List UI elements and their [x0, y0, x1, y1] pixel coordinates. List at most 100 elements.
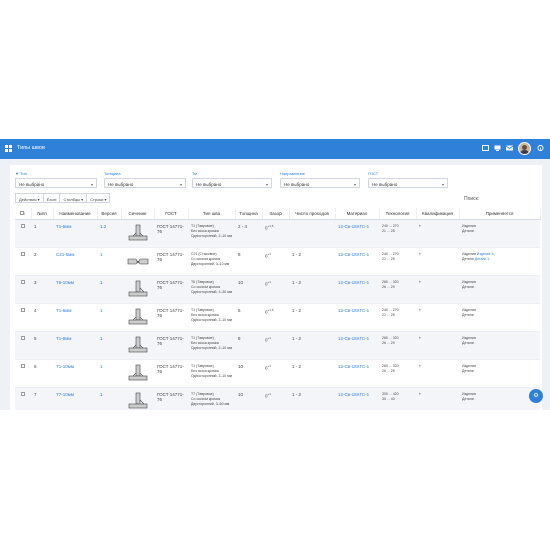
- col-section[interactable]: Сечение: [121, 208, 155, 220]
- row-technology: 240 ... 270 21 ... 25: [379, 219, 416, 248]
- columns-button[interactable]: Столбцы ▾: [59, 193, 88, 203]
- toolbar: Действия ▾ Excel Столбцы ▾ Строки ▾: [15, 193, 111, 203]
- excel-button[interactable]: Excel: [42, 193, 61, 203]
- row-number: 6: [31, 359, 53, 388]
- chevron-down-icon: ▾: [179, 182, 182, 187]
- table-row[interactable]: 2 С21-5мм 1 ГОСТ 14771-76 С21 (Стыковое) Со с…: [15, 247, 540, 276]
- row-weld-type: Т1 (Тавровое) Без скоса кромок Односторонн…: [188, 331, 235, 360]
- col-gap[interactable]: Зазор: [262, 208, 290, 220]
- row-material-link[interactable]: 12-Св-18ХГС-1: [335, 359, 379, 388]
- row-checkbox[interactable]: [15, 219, 31, 248]
- row-name-link[interactable]: Т1-8мм: [53, 331, 97, 360]
- window-icon[interactable]: [482, 145, 489, 151]
- row-gap: 0+1: [262, 331, 289, 360]
- row-name-link[interactable]: Т6-10мм: [53, 275, 97, 304]
- row-checkbox[interactable]: [15, 387, 31, 410]
- row-qualification: *: [416, 303, 459, 332]
- gear-icon[interactable]: ⚙: [529, 389, 543, 403]
- row-checkbox[interactable]: [15, 359, 31, 388]
- filter-gost-select[interactable]: Не выбрано ▾: [368, 178, 448, 188]
- row-name-link[interactable]: Т7-10мм: [53, 387, 97, 410]
- col-thickness[interactable]: Толщина: [235, 208, 263, 220]
- row-gost: ГОСТ 14771-76: [154, 331, 188, 360]
- row-gap: 0+1,5: [262, 303, 289, 332]
- row-name-link[interactable]: С21-5мм: [53, 247, 97, 276]
- filter-direction-select[interactable]: Не выбрано ▾: [280, 178, 360, 188]
- col-version[interactable]: Версия: [97, 208, 122, 220]
- col-technology[interactable]: Технология: [379, 208, 417, 220]
- row-weld-type: Т1 (Тавровое) Без скоса кромок Односторонн…: [188, 219, 235, 248]
- row-checkbox[interactable]: [15, 247, 31, 276]
- chevron-down-icon: ▾: [441, 182, 444, 187]
- row-material-link[interactable]: 12-Св-18ХГС-1: [335, 219, 379, 248]
- filter-thickness-select[interactable]: Не выбрано ▾: [104, 178, 186, 188]
- row-material-link[interactable]: 12-Св-18ХГС-1: [335, 303, 379, 332]
- row-checkbox[interactable]: [15, 275, 31, 304]
- row-weld-type: Т6 (Тавровое) Со скосом кромок Односторонн…: [188, 275, 235, 304]
- table-row[interactable]: 3 Т6-10мм 1 ГОСТ 14771-76 Т6 (Тавровое) Со ск…: [15, 275, 540, 304]
- row-qualification: *: [416, 247, 459, 276]
- row-qualification: *: [416, 331, 459, 360]
- filter-gost-label: ГОСТ: [368, 171, 379, 176]
- row-version-link[interactable]: 1: [97, 303, 121, 332]
- row-checkbox[interactable]: [15, 331, 31, 360]
- row-technology: 240 ... 270 21 ... 25: [379, 303, 416, 332]
- col-qualification[interactable]: Квалификация: [416, 208, 460, 220]
- table-row[interactable]: 5 Т1-8мм 1 ГОСТ 14771-76 Т1 (Тавровое) Без ск…: [15, 331, 540, 360]
- table-row[interactable]: 6 Т1-10мм 1 ГОСТ 14771-76 Т1 (Тавровое) Без с…: [15, 359, 540, 388]
- row-usage: Изделия Детали: [459, 303, 540, 332]
- row-usage: Изделия Детали: [459, 387, 540, 410]
- row-weld-type: Т1 (Тавровое) Без скоса кромок Односторонн…: [188, 359, 235, 388]
- top-bar: Типы швов: [0, 139, 550, 159]
- row-gost: ГОСТ 14771-76: [154, 359, 188, 388]
- col-material[interactable]: Материал: [335, 208, 380, 220]
- col-usage[interactable]: Применяется: [459, 208, 541, 220]
- chevron-down-icon: ▾: [265, 182, 268, 187]
- monitor-icon[interactable]: [494, 145, 501, 151]
- actions-button[interactable]: Действия ▾: [15, 193, 44, 203]
- chevron-down-icon: ▾: [353, 182, 356, 187]
- row-technology: 300 ... 420 30 ... 43: [379, 387, 416, 410]
- row-name-link[interactable]: Т1-5мм: [53, 219, 97, 248]
- rows-button[interactable]: Строки ▾: [86, 193, 111, 203]
- row-material-link[interactable]: 12-Св-18ХГС-1: [335, 387, 379, 410]
- row-version-link[interactable]: 1: [97, 275, 121, 304]
- row-usage: Изделия Детали: [459, 275, 540, 304]
- table-row[interactable]: 7 Т7-10мм 1 ГОСТ 14771-76 Т7 (Тавровое) Со ск…: [15, 387, 540, 410]
- row-version-link[interactable]: 1: [97, 359, 121, 388]
- row-version-link[interactable]: 1.2: [97, 219, 121, 248]
- row-thickness: 8: [235, 331, 262, 360]
- col-weld-type[interactable]: Тип шва: [188, 208, 236, 220]
- row-material-link[interactable]: 12-Св-18ХГС-1: [335, 275, 379, 304]
- row-checkbox[interactable]: [15, 303, 31, 332]
- user-avatar[interactable]: [518, 142, 531, 155]
- filter-tm-select[interactable]: Не выбрано ▾: [192, 178, 272, 188]
- row-version-link[interactable]: 1: [97, 331, 121, 360]
- row-number: 2: [31, 247, 53, 276]
- row-version-link[interactable]: 1: [97, 247, 121, 276]
- help-icon[interactable]: [537, 145, 544, 151]
- table-row[interactable]: 1 Т1-5мм 1.2 ГОСТ 14771-76 Т1 (Тавровое) Без …: [15, 219, 540, 248]
- menu-grid-icon[interactable]: [5, 145, 12, 152]
- weld-types-table: ↑ №пп Наименование Версия Сечение ГОСТ Т…: [15, 208, 541, 410]
- row-material-link[interactable]: 12-Св-18ХГС-1: [335, 331, 379, 360]
- row-name-link[interactable]: Т1-6мм: [53, 303, 97, 332]
- row-name-link[interactable]: Т1-10мм: [53, 359, 97, 388]
- col-name[interactable]: Наименование: [53, 208, 98, 220]
- row-version-link[interactable]: 1: [97, 387, 121, 410]
- mail-icon[interactable]: [506, 145, 513, 151]
- filter-type-select[interactable]: Не выбрано ▾: [15, 178, 97, 188]
- table-header-row: ↑ №пп Наименование Версия Сечение ГОСТ Т…: [15, 208, 541, 220]
- row-material-link[interactable]: 12-Св-18ХГС-1: [335, 247, 379, 276]
- row-passes: 1 - 2: [289, 247, 335, 276]
- table-row[interactable]: 4 Т1-6мм 1 ГОСТ 14771-76 Т1 (Тавровое) Без ск…: [15, 303, 540, 332]
- col-passes[interactable]: Число проходов: [289, 208, 336, 220]
- filter-thickness-label: Толщина: [104, 171, 121, 176]
- col-gost[interactable]: ГОСТ: [154, 208, 189, 220]
- row-qualification: *: [416, 387, 459, 410]
- row-number: 4: [31, 303, 53, 332]
- row-thickness: 8: [235, 247, 262, 276]
- select-all-checkbox[interactable]: ↑: [15, 208, 32, 220]
- section-drawing: [121, 303, 154, 332]
- col-number[interactable]: №пп: [31, 208, 54, 220]
